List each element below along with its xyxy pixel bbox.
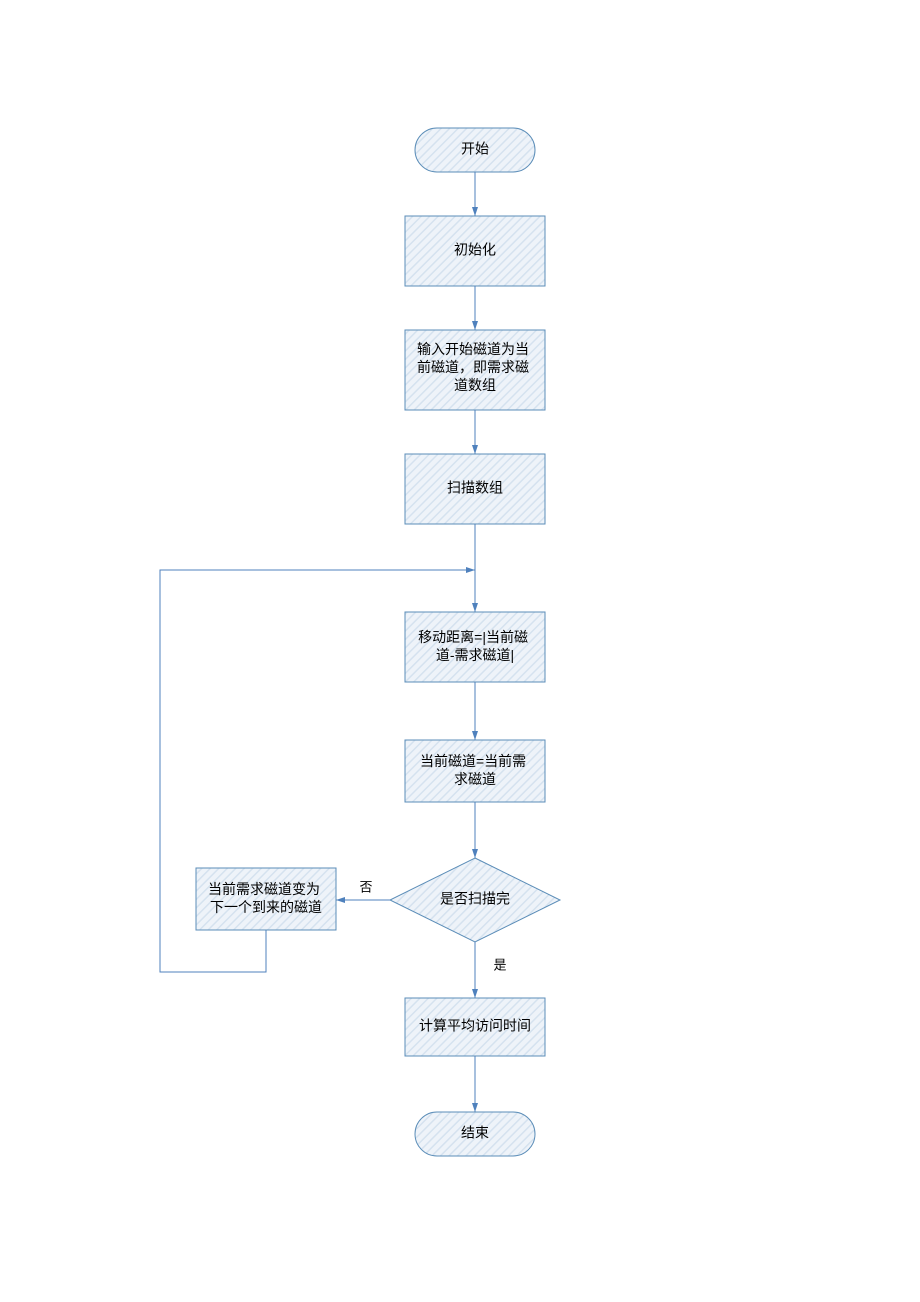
node-avg: 计算平均访问时间: [405, 998, 545, 1056]
node-init-label: 初始化: [454, 242, 496, 258]
node-decide-label: 是否扫描完: [440, 891, 510, 907]
edge-label-no: 否: [359, 879, 372, 894]
node-dist: 移动距离=|当前磁 道-需求磁道|: [405, 612, 545, 682]
node-next: 当前需求磁道变为 下一个到来的磁道: [196, 868, 336, 930]
node-end: 结束: [415, 1112, 535, 1156]
node-avg-label: 计算平均访问时间: [419, 1018, 531, 1034]
node-input: 输入开始磁道为当 前磁道，即需求磁 道数组: [405, 330, 545, 410]
node-scan: 扫描数组: [405, 454, 545, 524]
node-start-label: 开始: [461, 141, 489, 157]
node-start: 开始: [415, 128, 535, 172]
node-scan-label: 扫描数组: [447, 480, 503, 496]
node-assign: 当前磁道=当前需 求磁道: [405, 740, 545, 802]
node-init: 初始化: [405, 216, 545, 286]
edge-label-yes: 是: [493, 957, 506, 972]
node-end-label: 结束: [461, 1125, 489, 1141]
node-decide: 是否扫描完: [390, 858, 560, 942]
flowchart-canvas: 开始 初始化 输入开始磁道为当 前磁道，即需求磁 道数组 扫描数组 移动距离=|…: [0, 0, 920, 1302]
